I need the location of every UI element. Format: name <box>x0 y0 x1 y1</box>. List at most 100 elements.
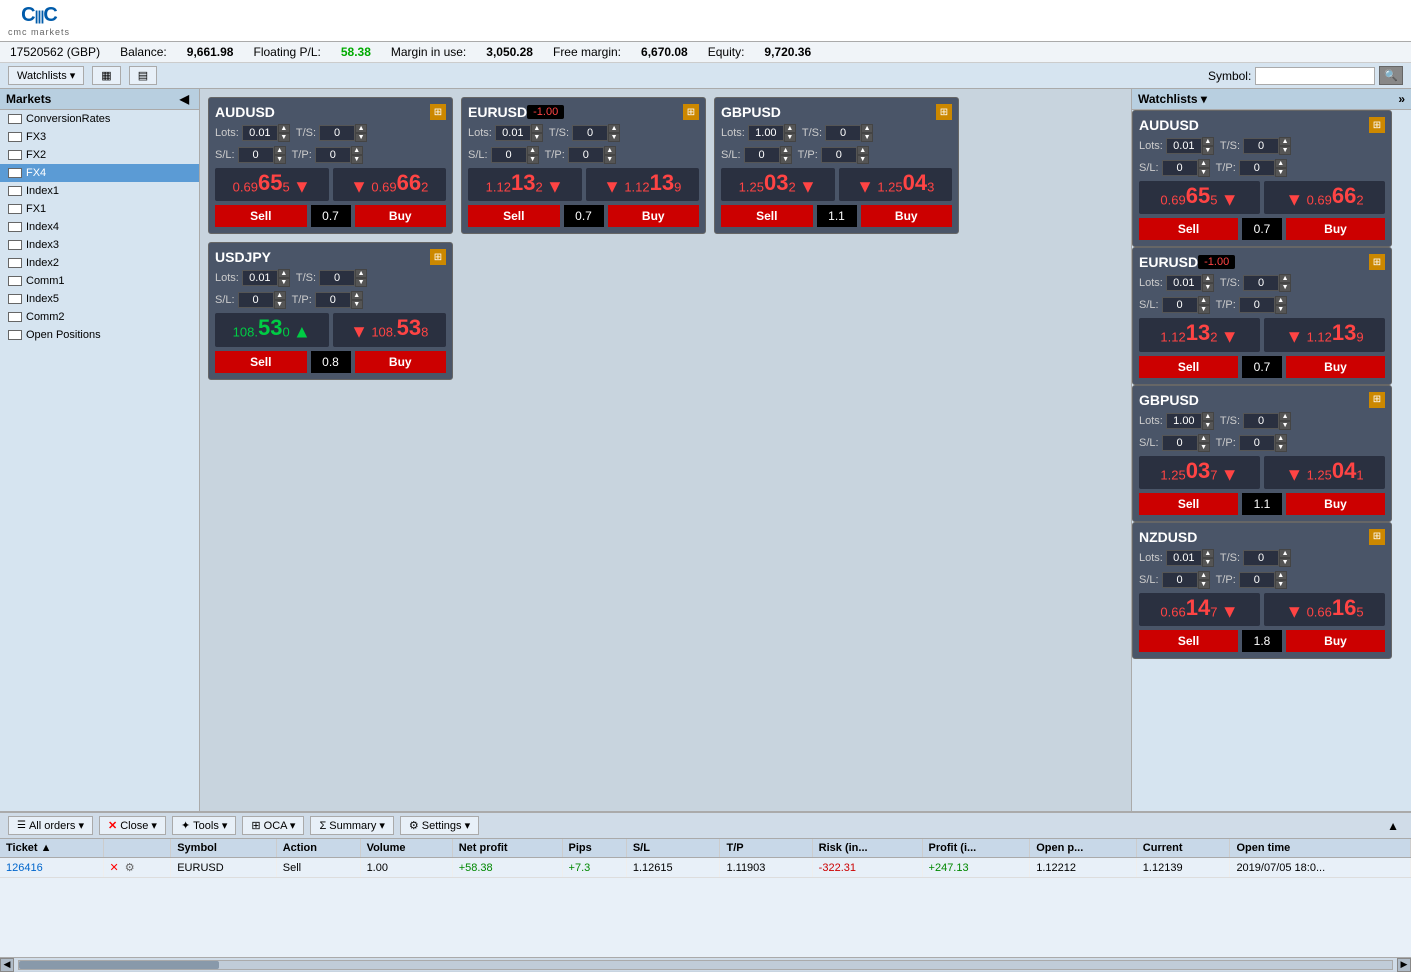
lots-up-button[interactable]: ▲ <box>278 124 290 133</box>
lots-down-button[interactable]: ▼ <box>784 133 796 142</box>
close-button[interactable]: ✕ Close ▾ <box>99 816 166 835</box>
sidebar-collapse-icon[interactable]: ◀ <box>176 92 193 106</box>
card-settings-icon[interactable]: ⊞ <box>683 104 699 120</box>
sl-up-button[interactable]: ▲ <box>1198 159 1210 168</box>
card-settings-icon[interactable]: ⊞ <box>1369 254 1385 270</box>
sl-input[interactable] <box>1162 435 1198 451</box>
sl-down-button[interactable]: ▼ <box>274 155 286 164</box>
list-view-button[interactable]: ▤ <box>129 66 157 85</box>
sl-up-button[interactable]: ▲ <box>274 146 286 155</box>
ts-down-button[interactable]: ▼ <box>861 133 873 142</box>
tp-input[interactable] <box>315 292 351 308</box>
right-panel-expand-icon[interactable]: » <box>1398 92 1405 106</box>
all-orders-button[interactable]: ☰ All orders ▾ <box>8 816 93 835</box>
tp-down-button[interactable]: ▼ <box>857 155 869 164</box>
ts-down-button[interactable]: ▼ <box>355 278 367 287</box>
row-close-icon[interactable]: ✕ <box>110 862 119 874</box>
buy-button[interactable]: Buy <box>861 205 953 227</box>
sl-up-button[interactable]: ▲ <box>1198 571 1210 580</box>
lots-down-button[interactable]: ▼ <box>278 278 290 287</box>
ts-down-button[interactable]: ▼ <box>1279 421 1291 430</box>
table-col-3[interactable]: Action <box>276 839 360 858</box>
sidebar-item-index1[interactable]: Index1 <box>0 182 199 200</box>
tp-input[interactable] <box>1239 572 1275 588</box>
settings-button[interactable]: ⚙ Settings ▾ <box>400 816 479 835</box>
tp-down-button[interactable]: ▼ <box>1275 580 1287 589</box>
ts-up-button[interactable]: ▲ <box>355 269 367 278</box>
lots-up-button[interactable]: ▲ <box>1202 412 1214 421</box>
tp-up-button[interactable]: ▲ <box>1275 296 1287 305</box>
sl-down-button[interactable]: ▼ <box>780 155 792 164</box>
sl-input[interactable] <box>744 147 780 163</box>
tp-down-button[interactable]: ▼ <box>1275 305 1287 314</box>
lots-down-button[interactable]: ▼ <box>1202 558 1214 567</box>
card-settings-icon[interactable]: ⊞ <box>936 104 952 120</box>
buy-button[interactable]: Buy <box>1286 493 1385 515</box>
ts-input[interactable] <box>1243 275 1279 291</box>
scroll-left-arrow[interactable]: ◀ <box>0 958 14 972</box>
ts-up-button[interactable]: ▲ <box>1279 412 1291 421</box>
sl-down-button[interactable]: ▼ <box>1198 305 1210 314</box>
buy-button[interactable]: Buy <box>355 205 447 227</box>
sell-button[interactable]: Sell <box>215 351 307 373</box>
tp-up-button[interactable]: ▲ <box>351 146 363 155</box>
lots-up-button[interactable]: ▲ <box>784 124 796 133</box>
ts-input[interactable] <box>319 270 355 286</box>
sl-down-button[interactable]: ▼ <box>1198 580 1210 589</box>
ts-input[interactable] <box>1243 138 1279 154</box>
sell-button[interactable]: Sell <box>468 205 560 227</box>
sl-up-button[interactable]: ▲ <box>1198 296 1210 305</box>
ts-down-button[interactable]: ▼ <box>1279 558 1291 567</box>
sell-button[interactable]: Sell <box>1139 356 1238 378</box>
table-col-13[interactable]: Open time <box>1230 839 1411 858</box>
oca-button[interactable]: ⊞ OCA ▾ <box>242 816 304 835</box>
table-col-11[interactable]: Open p... <box>1030 839 1137 858</box>
ts-up-button[interactable]: ▲ <box>1279 274 1291 283</box>
sidebar-item-index3[interactable]: Index3 <box>0 236 199 254</box>
sidebar-item-fx1[interactable]: FX1 <box>0 200 199 218</box>
lots-down-button[interactable]: ▼ <box>1202 283 1214 292</box>
ts-input[interactable] <box>572 125 608 141</box>
sl-down-button[interactable]: ▼ <box>527 155 539 164</box>
buy-button[interactable]: Buy <box>608 205 700 227</box>
lots-up-button[interactable]: ▲ <box>278 269 290 278</box>
sl-down-button[interactable]: ▼ <box>1198 168 1210 177</box>
lots-input[interactable] <box>1166 138 1202 154</box>
table-col-8[interactable]: T/P <box>720 839 812 858</box>
tp-up-button[interactable]: ▲ <box>351 291 363 300</box>
lots-up-button[interactable]: ▲ <box>1202 274 1214 283</box>
sl-input[interactable] <box>238 147 274 163</box>
ts-input[interactable] <box>825 125 861 141</box>
table-col-0[interactable]: Ticket ▲ <box>0 839 103 858</box>
tools-button[interactable]: ✦ Tools ▾ <box>172 816 236 835</box>
tp-down-button[interactable]: ▼ <box>1275 168 1287 177</box>
lots-down-button[interactable]: ▼ <box>278 133 290 142</box>
sl-up-button[interactable]: ▲ <box>274 291 286 300</box>
tp-down-button[interactable]: ▼ <box>351 300 363 309</box>
sl-input[interactable] <box>238 292 274 308</box>
ts-up-button[interactable]: ▲ <box>1279 137 1291 146</box>
sl-input[interactable] <box>1162 297 1198 313</box>
tp-input[interactable] <box>315 147 351 163</box>
tp-input[interactable] <box>821 147 857 163</box>
table-col-2[interactable]: Symbol <box>171 839 277 858</box>
watchlists-button[interactable]: Watchlists ▾ <box>8 66 84 85</box>
ts-input[interactable] <box>1243 550 1279 566</box>
table-col-4[interactable]: Volume <box>360 839 452 858</box>
card-settings-icon[interactable]: ⊞ <box>430 104 446 120</box>
tp-down-button[interactable]: ▼ <box>604 155 616 164</box>
tp-input[interactable] <box>1239 297 1275 313</box>
sidebar-item-fx4[interactable]: FX4 <box>0 164 199 182</box>
buy-button[interactable]: Buy <box>1286 356 1385 378</box>
lots-input[interactable] <box>242 125 278 141</box>
ts-down-button[interactable]: ▼ <box>1279 283 1291 292</box>
tp-input[interactable] <box>1239 160 1275 176</box>
ts-down-button[interactable]: ▼ <box>1279 146 1291 155</box>
lots-down-button[interactable]: ▼ <box>1202 146 1214 155</box>
sidebar-item-index2[interactable]: Index2 <box>0 254 199 272</box>
sl-down-button[interactable]: ▼ <box>274 300 286 309</box>
sl-down-button[interactable]: ▼ <box>1198 443 1210 452</box>
sell-button[interactable]: Sell <box>721 205 813 227</box>
right-watchlists-label[interactable]: Watchlists ▾ <box>1138 92 1207 106</box>
tp-down-button[interactable]: ▼ <box>351 155 363 164</box>
